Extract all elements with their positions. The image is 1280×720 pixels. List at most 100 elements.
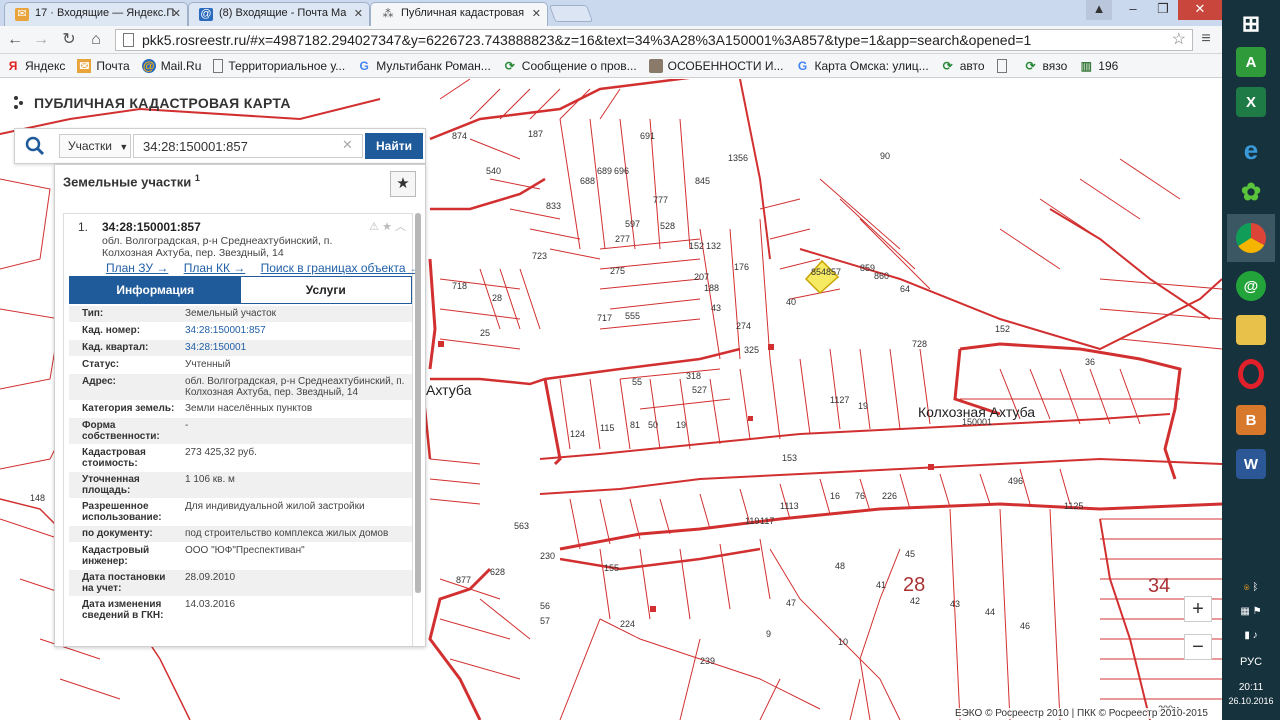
attribute-value[interactable]: 34:28:150001	[181, 340, 412, 356]
search-type-select[interactable]: Участки ▼	[59, 134, 131, 158]
parcel-label: 540	[486, 166, 501, 176]
bookmark-vyazo[interactable]: ⟳ вязо	[1024, 59, 1067, 73]
close-tab-icon[interactable]: ✕	[172, 7, 181, 20]
tab-information[interactable]: Информация	[70, 277, 241, 303]
tray-icons: ◉ ᛒ	[1222, 582, 1280, 593]
taskbar-chrome[interactable]	[1227, 214, 1275, 262]
app-title-text: ПУБЛИЧНАЯ КАДАСТРОВАЯ КАРТА	[34, 95, 291, 111]
attribute-row: Кадастровый инженер: ООО "ЮФ"Преспективан…	[69, 543, 412, 570]
search-in-bounds-link[interactable]: Поиск в границах объекта →	[261, 261, 421, 275]
parcel-label: 325	[744, 345, 759, 355]
tab-services[interactable]: Услуги	[240, 277, 411, 303]
attribute-value: Земельный участок	[185, 308, 277, 319]
battery-icon[interactable]: ▮	[1244, 630, 1250, 641]
parcel-label: 155	[604, 563, 619, 573]
attribute-value: 273 425,32 руб.	[185, 447, 257, 458]
attribute-row: Дата изменения сведений в ГКН: 14.03.2016	[69, 597, 412, 624]
minimize-button[interactable]: –	[1118, 0, 1148, 20]
bookmark-multibank[interactable]: G Мультибанк Роман...	[357, 59, 491, 73]
result-cad-number[interactable]: 34:28:150001:857	[102, 220, 201, 234]
address-bar[interactable]: pkk5.rosreestr.ru/#x=4987182.294027347&y…	[115, 29, 1193, 51]
taskbar-mailagent[interactable]: @	[1227, 262, 1275, 310]
taskbar-word[interactable]: W	[1227, 440, 1275, 488]
parcel-label: 689	[597, 166, 612, 176]
collapse-icon[interactable]: ︿	[395, 221, 406, 233]
zoom-in-button[interactable]: +	[1184, 596, 1212, 622]
tray-app-icon[interactable]: ◉	[1244, 582, 1250, 593]
attribute-value[interactable]: 34:28:150001:857	[181, 323, 412, 339]
parcel-label: 628	[490, 567, 505, 577]
search-input[interactable]	[133, 134, 363, 158]
map-label-148: 148	[30, 493, 45, 503]
close-window-button[interactable]: ✕	[1178, 0, 1222, 20]
bookmark-territorial[interactable]: Территориальное у...	[213, 58, 345, 73]
home-icon[interactable]: ⌂	[85, 29, 107, 51]
language-indicator[interactable]: РУС	[1222, 656, 1280, 668]
bookmark-star-icon[interactable]: ☆	[1172, 30, 1186, 50]
bluetooth-icon[interactable]: ᛒ	[1252, 582, 1258, 593]
bookmark-avto[interactable]: ⟳ авто	[941, 59, 985, 73]
bookmark-osobennosti[interactable]: ОСОБЕННОСТИ И...	[648, 58, 783, 73]
street-label-153: 153	[782, 453, 797, 463]
search-icon[interactable]	[23, 135, 47, 157]
zoom-out-button[interactable]: −	[1184, 634, 1212, 660]
browser-tab-pkk[interactable]: ⁂ Публичная кадастровая ✕	[370, 2, 548, 26]
scrollbar-thumb[interactable]	[415, 213, 421, 593]
clock-time[interactable]: 20:11	[1222, 682, 1280, 693]
find-button[interactable]: Найти	[365, 133, 423, 159]
panel-scrollbar[interactable]	[415, 213, 421, 593]
google-icon: G	[797, 58, 808, 73]
taskbar-opera[interactable]	[1227, 350, 1275, 398]
reload-icon[interactable]: ↻	[58, 29, 80, 51]
bookmark-omsk-map[interactable]: G Карта Омска: улиц...	[795, 58, 929, 73]
parcel-label: 854	[811, 267, 826, 277]
warning-icon[interactable]: ⚠	[369, 221, 379, 233]
taskbar-ie[interactable]: e	[1227, 126, 1275, 174]
forward-icon[interactable]: →	[30, 29, 52, 51]
flag-icon[interactable]: ⚑	[1253, 606, 1262, 617]
selected-parcel[interactable]	[804, 259, 840, 295]
parcel-label: 43	[950, 599, 960, 609]
taskbar-excel[interactable]: X	[1227, 78, 1275, 126]
close-tab-icon[interactable]: ✕	[532, 7, 541, 20]
plan-zu-link[interactable]: План ЗУ →	[106, 261, 168, 275]
windows-logo-icon: ⊞	[1241, 11, 1261, 36]
parcel-label: 64	[900, 284, 910, 294]
new-tab-button[interactable]	[548, 5, 594, 22]
browser-tab-mail[interactable]: @ (8) Входящие - Почта Ma ✕	[188, 2, 370, 26]
restore-button[interactable]: ❐	[1148, 0, 1178, 20]
taskbar-explorer[interactable]	[1227, 306, 1275, 354]
volume-icon[interactable]: ♪	[1253, 630, 1258, 641]
parcel-label: 187	[528, 129, 543, 139]
back-icon[interactable]: ←	[4, 29, 26, 51]
parcel-label: 1127	[830, 395, 849, 405]
attribute-key: Статус:	[82, 359, 120, 370]
taskbar-app-b[interactable]: B	[1227, 396, 1275, 444]
parcel-label: 1113	[780, 501, 799, 511]
parcel-label: 36	[1085, 357, 1095, 367]
bookmark-196[interactable]: ▥ 196	[1079, 59, 1119, 73]
bookmark-mailru[interactable]: @ Mail.Ru	[141, 58, 201, 73]
clear-icon[interactable]: ✕	[342, 137, 353, 153]
browser-tab-yandex[interactable]: ✉ 17 · Входящие — Яндекс.П ✕	[4, 2, 188, 26]
favorite-star-button[interactable]: ★	[390, 171, 416, 197]
close-tab-icon[interactable]: ✕	[354, 7, 363, 20]
parcel-label: 563	[514, 521, 529, 531]
attribute-key: Дата изменения сведений в ГКН:	[82, 599, 164, 621]
attribute-row: Адрес: обл. Волгоградская, р-н Среднеахту…	[69, 374, 412, 401]
network-icon[interactable]: ▦	[1240, 606, 1249, 617]
taskbar-icq[interactable]: ✿	[1227, 168, 1275, 216]
bookmark-pochta[interactable]: ✉ Почта	[77, 58, 130, 73]
attribute-key: Тип:	[82, 308, 104, 319]
clock-date[interactable]: 26.10.2016	[1222, 696, 1280, 706]
icq-flower-icon: ✿	[1240, 178, 1262, 206]
menu-icon[interactable]: ≡	[1198, 30, 1214, 48]
bookmark-message[interactable]: ⟳ Сообщение о пров...	[503, 59, 637, 73]
plan-kk-link[interactable]: План КК →	[184, 261, 246, 275]
pkk-logo-icon	[14, 96, 26, 110]
star-icon[interactable]: ★	[382, 221, 392, 233]
user-icon[interactable]: ▲	[1086, 0, 1112, 20]
parcel-label: 1125	[1064, 501, 1083, 511]
bookmark-yandex[interactable]: Я Яндекс	[6, 59, 66, 73]
bookmark-page[interactable]	[996, 58, 1012, 73]
